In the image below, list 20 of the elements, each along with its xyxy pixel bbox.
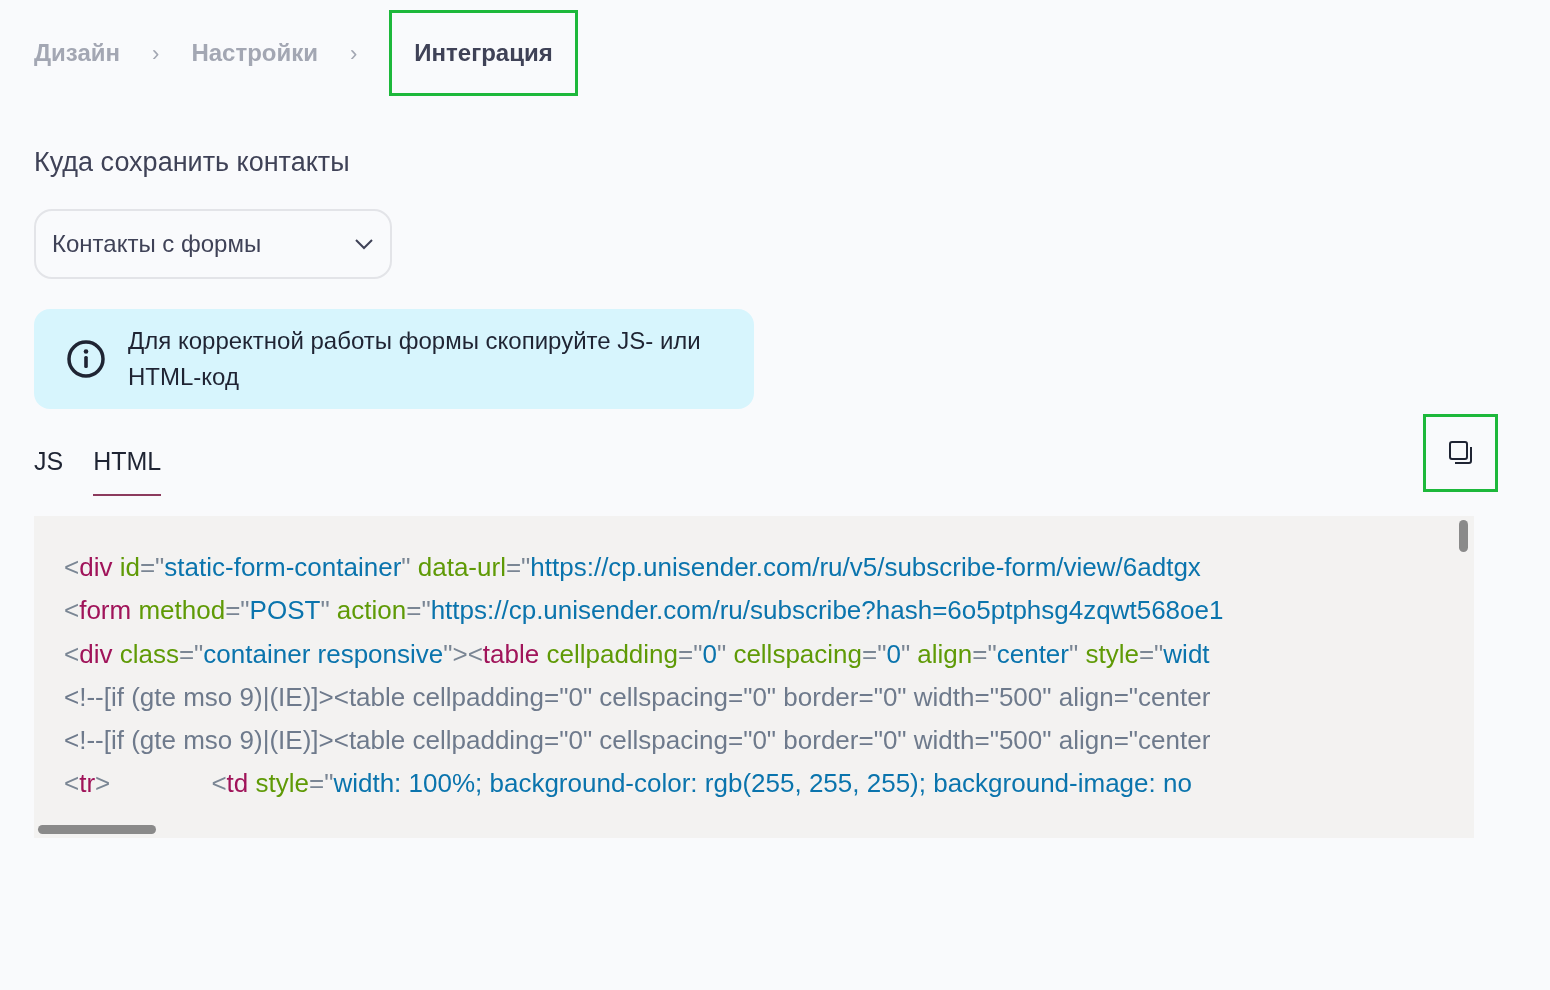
copy-icon <box>1447 440 1474 467</box>
horizontal-scrollbar[interactable] <box>38 825 156 834</box>
code-line: <div id="static-form-container" data-url="https://cp.unisender.com/ru/v5/subscribe-form/view/6adtgx <box>64 551 1201 584</box>
code-line: <!--[if (gte mso 9)|(IE)]><table cellpadding="0" cellspacing="0" border="0" width="500" align="center <box>64 724 1211 758</box>
code-tab[interactable]: JS <box>34 410 64 496</box>
code-line: <tr> <td style="width: 100%; background-color: rgb(255, 255, 255); background-image: no <box>64 767 1192 801</box>
code-line: <!--[if (gte mso 9)|(IE)]><table cellpadding="0" cellspacing="0" border="0" width="500" align="center <box>64 680 1211 714</box>
code-tab[interactable]: HTML <box>93 410 162 496</box>
contacts-select[interactable]: Контакты с формы <box>34 208 392 279</box>
section-title: Куда сохранить контакты <box>34 146 351 179</box>
info-icon <box>66 338 106 379</box>
chevron-down-icon <box>354 237 374 250</box>
copy-button[interactable] <box>1423 414 1498 493</box>
breadcrumb-link[interactable]: Интеграция <box>389 10 578 96</box>
code-line: <form method="POST" action="https://cp.unisender.com/ru/subscribe?hash=6o5ptphsg4zqwt568oe1 <box>64 594 1224 628</box>
chevron-icon: › <box>152 36 160 70</box>
chevron-icon: › <box>350 36 358 70</box>
info-text: Для корректной работы формы скопируйте JS- или HTML-код <box>128 325 702 392</box>
code-line: <div class="container responsive"><table cellpadding="0" cellspacing="0" align="center" style="widt <box>64 637 1210 671</box>
vertical-scrollbar[interactable] <box>1459 520 1468 552</box>
